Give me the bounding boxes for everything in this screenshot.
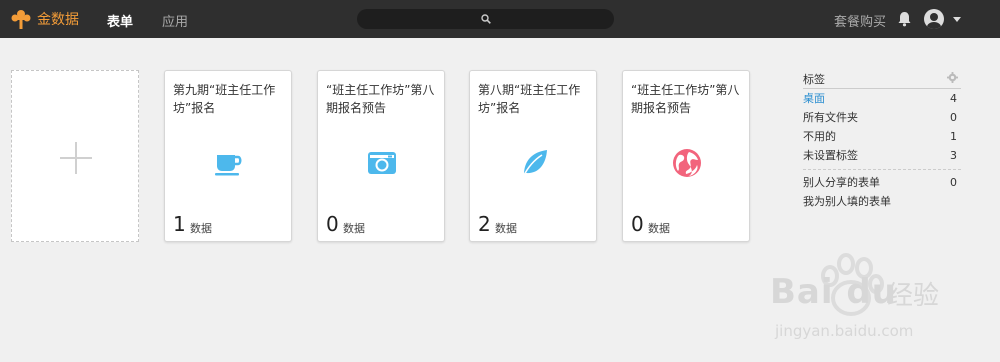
tag-item-filled-for-others[interactable]: 我为别人填的表单 <box>803 192 961 211</box>
tag-count: 4 <box>950 92 957 105</box>
leaf-icon <box>522 150 547 178</box>
coffee-cup-icon <box>215 155 242 176</box>
tag-label: 不用的 <box>803 130 836 143</box>
chevron-down-icon[interactable] <box>953 17 961 22</box>
brand-name: 金数据 <box>37 12 79 28</box>
data-count: 2 <box>478 212 491 236</box>
brand-tree-icon <box>11 10 31 29</box>
avatar[interactable] <box>924 9 944 29</box>
data-count-label: 数据 <box>495 222 517 235</box>
tags-title: 标签 <box>803 73 825 86</box>
data-count-label: 数据 <box>343 222 365 235</box>
bell-icon[interactable] <box>897 11 912 27</box>
data-count-label: 数据 <box>648 222 670 235</box>
watermark-url: jingyan.baidu.com <box>775 322 914 340</box>
data-count: 0 <box>326 212 339 236</box>
user-icon <box>927 13 941 29</box>
tag-label: 未设置标签 <box>803 149 858 162</box>
form-card[interactable]: “班主任工作坊”第八期报名预告 0 数据 <box>622 70 750 242</box>
watermark-brand: Bai du <box>770 272 897 312</box>
tag-label: 别人分享的表单 <box>803 176 880 189</box>
data-count: 0 <box>631 212 644 236</box>
nav-forms[interactable]: 表单 <box>107 11 133 30</box>
tag-item-unused[interactable]: 不用的 1 <box>803 127 961 146</box>
tag-label: 所有文件夹 <box>803 111 858 124</box>
globe-icon <box>673 149 701 177</box>
search-input[interactable] <box>357 9 614 29</box>
buy-plan-link[interactable]: 套餐购买 <box>834 11 886 30</box>
tag-item-untagged[interactable]: 未设置标签 3 <box>803 146 961 165</box>
form-card-title: 第八期“班主任工作坊”报名 <box>478 83 581 115</box>
form-card-title: 第九期“班主任工作坊”报名 <box>173 83 276 115</box>
watermark-product: 经验 <box>887 281 940 311</box>
tag-count: 1 <box>950 130 957 143</box>
add-form-card[interactable] <box>11 70 139 242</box>
tag-label: 我为别人填的表单 <box>803 195 891 208</box>
logo[interactable]: 金数据 <box>10 8 79 30</box>
tags-panel: 标签 桌面 4 所有文件夹 0 不用的 1 未设置标签 3 别人分享的表单 0 … <box>803 71 961 211</box>
form-card-title: “班主任工作坊”第八期报名预告 <box>326 83 435 115</box>
data-count-label: 数据 <box>190 222 212 235</box>
tag-item-all-folders[interactable]: 所有文件夹 0 <box>803 108 961 127</box>
top-navigation-bar: 金数据 表单 应用 套餐购买 <box>0 0 1000 38</box>
form-card[interactable]: 第八期“班主任工作坊”报名 2 数据 <box>469 70 597 242</box>
search-icon <box>480 14 491 24</box>
tags-header: 标签 <box>803 71 961 86</box>
form-card[interactable]: “班主任工作坊”第八期报名预告 0 数据 <box>317 70 445 242</box>
nav-apps[interactable]: 应用 <box>162 11 188 30</box>
tag-item-desktop[interactable]: 桌面 4 <box>803 89 961 108</box>
form-card[interactable]: 第九期“班主任工作坊”报名 1 数据 <box>164 70 292 242</box>
tag-item-shared-with-me[interactable]: 别人分享的表单 0 <box>803 173 961 192</box>
form-card-title: “班主任工作坊”第八期报名预告 <box>631 83 740 115</box>
tag-count: 0 <box>950 111 957 124</box>
plus-icon <box>60 142 92 174</box>
tag-label: 桌面 <box>803 92 825 105</box>
data-count: 1 <box>173 212 186 236</box>
gear-icon[interactable] <box>947 72 958 83</box>
tag-count: 3 <box>950 149 957 162</box>
camera-icon <box>368 152 396 174</box>
tag-count: 0 <box>950 176 957 189</box>
